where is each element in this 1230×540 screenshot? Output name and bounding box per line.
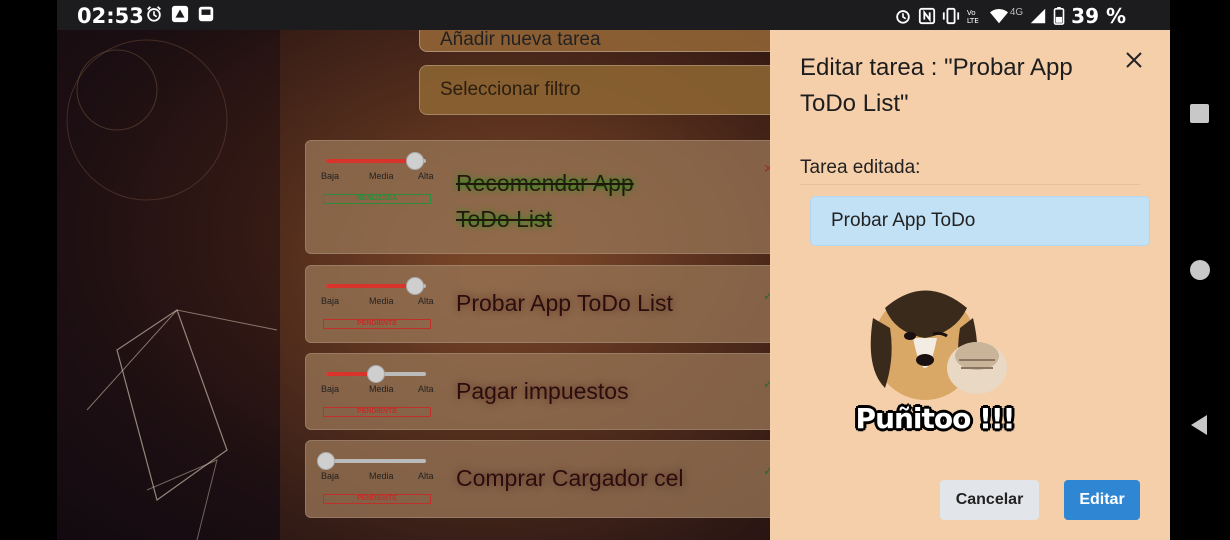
slider-thumb[interactable] — [317, 452, 335, 470]
priority-label-high: Alta — [418, 471, 434, 481]
slider-thumb[interactable] — [406, 152, 424, 170]
priority-label-medium: Media — [369, 471, 394, 481]
svg-text:LTE: LTE — [967, 16, 979, 25]
home-button[interactable] — [1190, 260, 1210, 280]
check-icon[interactable]: ✓ — [763, 288, 770, 304]
battery-icon — [1053, 7, 1065, 25]
puppy-sticker-image: Puñitoo !!! — [855, 278, 1015, 448]
volte-icon: VoLTE — [967, 8, 979, 25]
battery-percent: 39 % — [1071, 4, 1126, 28]
edit-field-label: Tarea editada: — [800, 157, 921, 178]
priority-label-high: Alta — [418, 171, 434, 181]
app-notification-icon — [171, 5, 189, 23]
edit-task-drawer: Editar tarea : "Probar App ToDo List" Ta… — [770, 30, 1170, 540]
slider-fill — [326, 159, 416, 163]
task-title: Pagar impuestos — [456, 378, 629, 404]
status-time: 02:53 — [77, 4, 144, 28]
back-icon[interactable] — [1189, 414, 1209, 436]
task-card[interactable]: Baja Media Alta REALIZADA Recomendar App… — [305, 140, 770, 254]
alarm-icon — [147, 6, 161, 22]
task-title: Comprar Cargador cel — [456, 465, 684, 491]
status-badge: PENDIENTE — [323, 319, 431, 329]
add-task-input[interactable]: Añadir nueva tarea — [419, 30, 770, 52]
priority-slider[interactable]: Baja Media Alta PENDIENTE — [318, 364, 434, 424]
signal-icon — [1030, 8, 1046, 24]
sticker-caption: Puñitoo !!! — [855, 402, 1016, 435]
slider-fill — [326, 284, 416, 288]
priority-label-medium: Media — [369, 384, 394, 394]
recent-apps-button[interactable] — [1190, 104, 1209, 123]
nfc-icon — [918, 7, 935, 25]
edit-button[interactable]: Editar — [1064, 480, 1140, 520]
check-icon[interactable]: ✓ — [763, 463, 770, 479]
filter-select[interactable]: Seleccionar filtro — [419, 65, 770, 115]
priority-label-low: Baja — [321, 296, 340, 306]
network-type-label: 4G — [1009, 6, 1024, 18]
task-card[interactable]: Baja Media Alta PENDIENTE Comprar Cargad… — [305, 440, 770, 518]
task-card[interactable]: Baja Media Alta PENDIENTE Probar App ToD… — [305, 265, 770, 343]
status-badge: PENDIENTE — [323, 407, 431, 417]
priority-label-medium: Media — [369, 171, 394, 181]
slider-thumb[interactable] — [367, 365, 385, 383]
priority-slider[interactable]: Baja Media Alta PENDIENTE — [317, 451, 434, 511]
status-left-icons — [145, 5, 215, 23]
priority-label-low: Baja — [321, 471, 340, 481]
priority-slider[interactable]: Baja Media Alta REALIZADA — [318, 151, 434, 211]
vibrate-icon — [942, 7, 959, 25]
cancel-button[interactable]: Cancelar — [940, 480, 1039, 520]
status-badge: PENDIENTE — [323, 494, 431, 504]
slider-track — [317, 452, 426, 470]
priority-label-low: Baja — [321, 384, 340, 394]
drawer-title: Editar tarea : "Probar App ToDo List" — [800, 54, 1073, 117]
priority-label-low: Baja — [321, 171, 340, 181]
puppy-icon — [870, 290, 1007, 400]
status-badge: REALIZADA — [323, 194, 431, 204]
wifi-icon — [989, 8, 1008, 24]
priority-label-medium: Media — [369, 296, 394, 306]
slider-track — [326, 152, 426, 170]
check-icon[interactable]: ✓ — [763, 376, 770, 392]
priority-label-high: Alta — [418, 384, 434, 394]
priority-slider[interactable]: Baja Media Alta PENDIENTE — [318, 276, 434, 336]
app-notification-icon-2 — [198, 6, 214, 22]
status-bar: 02:53 Vo LTE 4G 39 % — [57, 0, 1170, 30]
status-right-icons: Vo LTE 4G 39 % — [894, 4, 1126, 28]
slider-track — [326, 277, 426, 295]
task-action-icon[interactable]: ✕ — [763, 161, 770, 177]
edit-task-input[interactable] — [810, 196, 1150, 246]
navigation-bar — [1170, 0, 1230, 540]
field-divider — [800, 184, 1140, 185]
slider-track — [326, 365, 426, 383]
slider-thumb[interactable] — [406, 277, 424, 295]
close-icon[interactable] — [1122, 48, 1146, 72]
background-app: Añadir nueva tarea Seleccionar filtro Ba… — [57, 30, 770, 540]
task-title: Recomendar App ToDo List — [456, 170, 634, 232]
alarm-icon — [896, 10, 910, 24]
task-card[interactable]: Baja Media Alta PENDIENTE Pagar impuesto… — [305, 353, 770, 430]
priority-label-high: Alta — [418, 296, 434, 306]
task-title: Probar App ToDo List — [456, 290, 673, 316]
